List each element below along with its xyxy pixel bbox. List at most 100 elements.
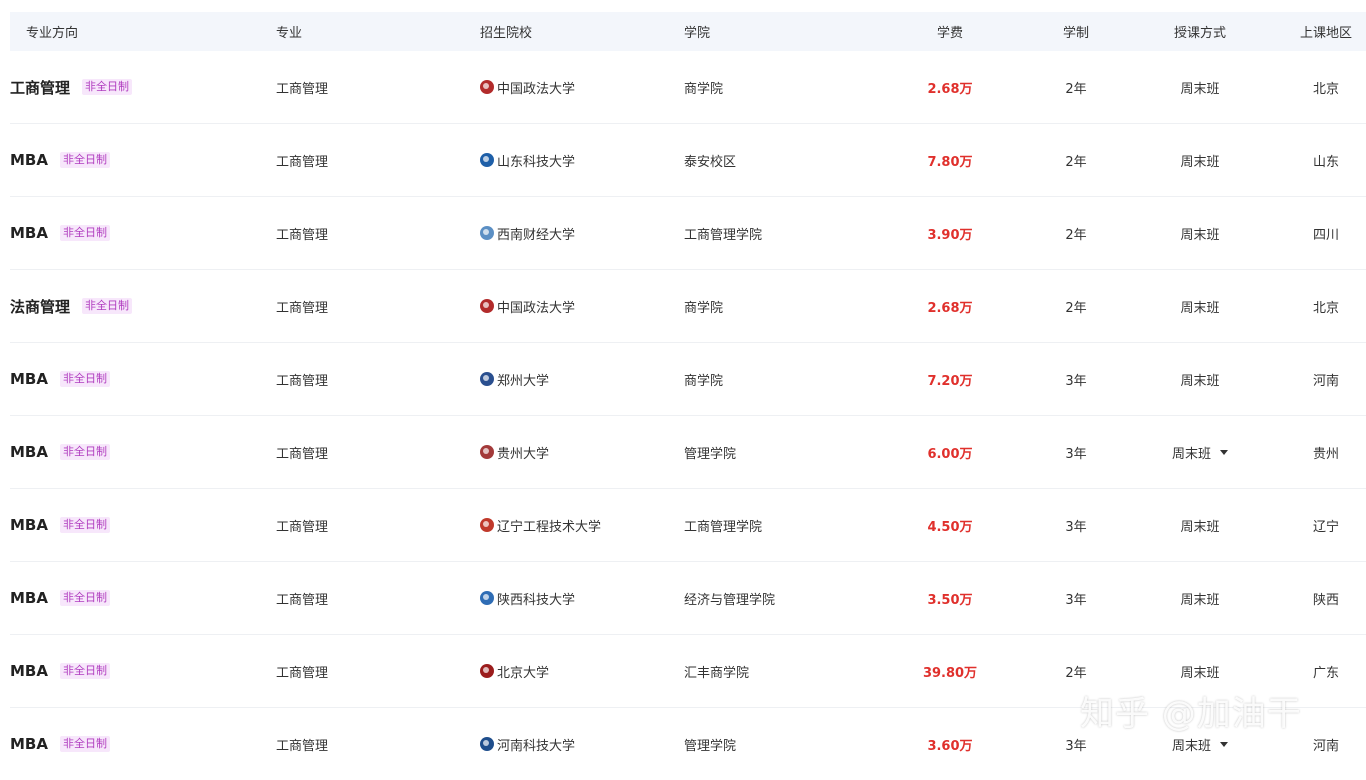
major-cell: 工商管理 [276,300,329,316]
school-name[interactable]: 陕西科技大学 [497,589,575,608]
major-cell: 工商管理 [276,519,329,535]
direction-name[interactable]: MBA [10,662,48,680]
direction-name[interactable]: MBA [10,516,48,534]
table-header: 专业方向 专业 招生院校 学院 学费 学制 授课方式 上课地区 [10,12,1366,51]
table-row[interactable]: MBA 非全日制 工商管理 贵州大学 管理学院 6.00万 3年 周末班 贵州 [10,416,1366,489]
study-mode-badge: 非全日制 [59,590,110,606]
direction-name[interactable]: MBA [10,224,48,242]
major-cell: 工商管理 [276,227,329,243]
table-row[interactable]: MBA 非全日制 工商管理 陕西科技大学 经济与管理学院 3.50万 3年 周末… [10,562,1366,635]
direction-name[interactable]: MBA [10,151,48,169]
study-mode-badge: 非全日制 [59,663,110,679]
school-logo-icon [480,153,494,167]
duration-cell: 3年 [1065,373,1087,389]
direction-name[interactable]: 工商管理 [10,77,70,98]
region-cell: 河南 [1312,738,1339,754]
mode-cell: 周末班 [1150,270,1250,342]
school-cell[interactable]: 北京大学 [480,635,549,707]
fee-cell: 7.80万 [927,154,973,170]
school-logo-icon [480,591,494,605]
header-region: 上课地区 [1299,26,1352,41]
region-cell: 陕西 [1312,592,1339,608]
school-cell[interactable]: 中国政法大学 [480,51,575,123]
college-cell: 工商管理学院 [684,519,763,535]
duration-cell: 2年 [1065,227,1087,243]
school-logo-icon [480,372,494,386]
fee-cell: 2.68万 [927,81,973,97]
school-cell[interactable]: 河南科技大学 [480,708,575,780]
mode-label: 周末班 [1180,81,1220,97]
school-cell[interactable]: 辽宁工程技术大学 [480,489,601,561]
direction-cell: MBA 非全日制 [10,635,110,707]
school-cell[interactable]: 西南财经大学 [480,197,575,269]
table-row[interactable]: MBA 非全日制 工商管理 辽宁工程技术大学 工商管理学院 4.50万 3年 周… [10,489,1366,562]
table-row[interactable]: MBA 非全日制 工商管理 西南财经大学 工商管理学院 3.90万 2年 周末班… [10,197,1366,270]
college-cell: 管理学院 [684,446,737,462]
school-cell[interactable]: 中国政法大学 [480,270,575,342]
duration-cell: 3年 [1065,519,1087,535]
table-row[interactable]: 法商管理 非全日制 工商管理 中国政法大学 商学院 2.68万 2年 周末班 北… [10,270,1366,343]
college-cell: 经济与管理学院 [684,592,776,608]
region-cell: 山东 [1312,154,1339,170]
region-cell: 贵州 [1312,446,1339,462]
school-logo-icon [480,518,494,532]
mode-label: 周末班 [1180,300,1220,316]
school-name[interactable]: 中国政法大学 [497,297,575,316]
mode-label: 周末班 [1180,227,1220,243]
college-cell: 商学院 [684,300,724,316]
school-name[interactable]: 辽宁工程技术大学 [497,516,601,535]
school-cell[interactable]: 山东科技大学 [480,124,575,196]
direction-name[interactable]: MBA [10,370,48,388]
major-cell: 工商管理 [276,738,329,754]
direction-cell: 法商管理 非全日制 [10,270,133,342]
school-cell[interactable]: 郑州大学 [480,343,549,415]
school-name[interactable]: 西南财经大学 [497,224,575,243]
duration-cell: 2年 [1065,300,1087,316]
major-cell: 工商管理 [276,154,329,170]
school-name[interactable]: 河南科技大学 [497,735,575,754]
school-name[interactable]: 贵州大学 [497,443,549,462]
table-row[interactable]: 工商管理 非全日制 工商管理 中国政法大学 商学院 2.68万 2年 周末班 北… [10,51,1366,124]
school-name[interactable]: 山东科技大学 [497,151,575,170]
direction-cell: MBA 非全日制 [10,708,110,780]
direction-name[interactable]: MBA [10,443,48,461]
direction-name[interactable]: MBA [10,735,48,753]
school-name[interactable]: 中国政法大学 [497,78,575,97]
table-body: 工商管理 非全日制 工商管理 中国政法大学 商学院 2.68万 2年 周末班 北… [10,51,1366,780]
school-cell[interactable]: 陕西科技大学 [480,562,575,634]
direction-cell: MBA 非全日制 [10,343,110,415]
college-cell: 工商管理学院 [684,227,763,243]
table-row[interactable]: MBA 非全日制 工商管理 郑州大学 商学院 7.20万 3年 周末班 河南 [10,343,1366,416]
duration-cell: 3年 [1065,446,1087,462]
mode-label: 周末班 [1180,665,1220,681]
header-duration: 学制 [1062,26,1089,41]
fee-cell: 3.50万 [927,592,973,608]
study-mode-badge: 非全日制 [59,371,110,387]
header-mode: 授课方式 [1173,26,1226,41]
header-school: 招生院校 [480,26,533,41]
mode-cell: 周末班 [1150,562,1250,634]
school-cell[interactable]: 贵州大学 [480,416,549,488]
school-logo-icon [480,664,494,678]
direction-cell: MBA 非全日制 [10,197,110,269]
table-row[interactable]: MBA 非全日制 工商管理 山东科技大学 泰安校区 7.80万 2年 周末班 山… [10,124,1366,197]
school-name[interactable]: 郑州大学 [497,370,549,389]
study-mode-badge: 非全日制 [59,736,110,752]
chevron-down-icon[interactable] [1220,741,1228,747]
header-fee: 学费 [936,26,963,41]
college-cell: 管理学院 [684,738,737,754]
mode-label: 周末班 [1180,373,1220,389]
chevron-down-icon[interactable] [1220,449,1228,455]
direction-name[interactable]: MBA [10,589,48,607]
study-mode-badge: 非全日制 [59,152,110,168]
school-name[interactable]: 北京大学 [497,662,549,681]
direction-cell: MBA 非全日制 [10,489,110,561]
school-logo-icon [480,445,494,459]
mode-cell: 周末班 [1150,489,1250,561]
direction-name[interactable]: 法商管理 [10,296,70,317]
mode-cell[interactable]: 周末班 [1150,416,1250,488]
fee-cell: 6.00万 [927,446,973,462]
direction-cell: MBA 非全日制 [10,416,110,488]
fee-cell: 3.90万 [927,227,973,243]
major-cell: 工商管理 [276,373,329,389]
